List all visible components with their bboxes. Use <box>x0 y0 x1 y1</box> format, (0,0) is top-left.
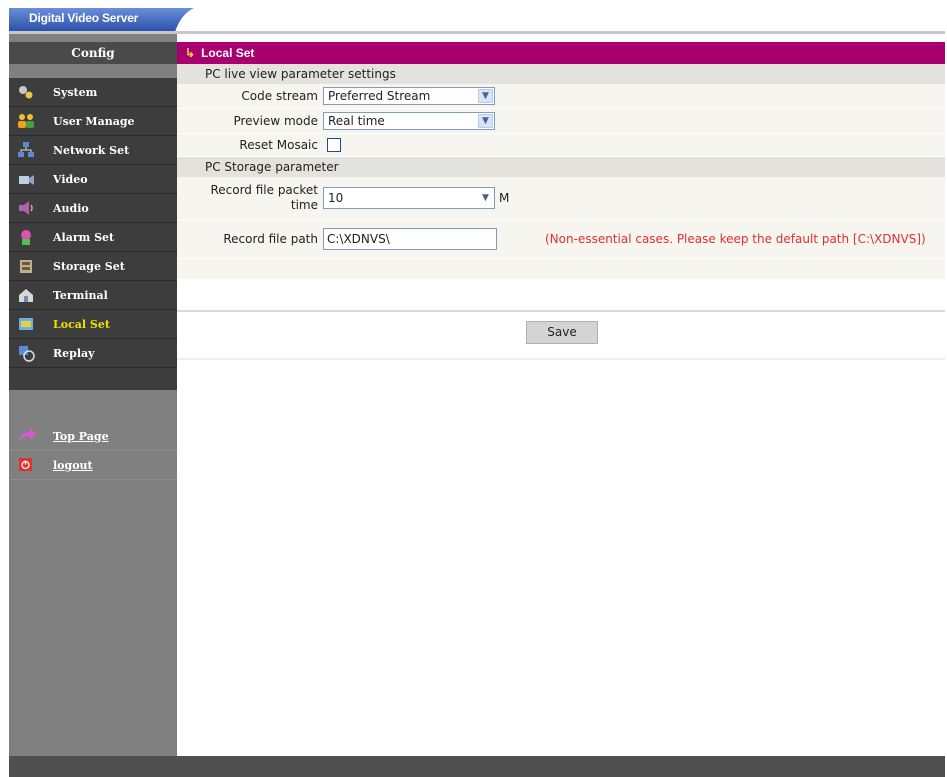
sidebar-item-label: User Manage <box>53 114 135 128</box>
chevron-down-icon[interactable]: ▼ <box>478 191 493 205</box>
network-icon <box>18 142 34 157</box>
alarm-icon <box>21 230 31 245</box>
file-path-input[interactable]: C:\XDNVS\ <box>323 228 497 250</box>
preview-mode-value: Real time <box>328 114 385 128</box>
power-icon <box>19 458 32 471</box>
reset-mosaic-checkbox[interactable] <box>327 138 341 152</box>
packet-time-label-line2: time <box>290 198 318 212</box>
file-path-note: (Non-essential cases. Please keep the de… <box>545 231 926 246</box>
sidebar-menu-footer <box>9 368 177 390</box>
bottom-bar <box>9 756 945 777</box>
chevron-down-icon[interactable]: ▼ <box>478 114 493 128</box>
sidebar-item-label: System <box>53 85 98 99</box>
replay-icon <box>19 346 35 362</box>
code-stream-select[interactable]: Preferred Stream ▼ <box>323 87 495 105</box>
sidebar-item-label: Audio <box>53 201 89 215</box>
local-set-icon <box>19 318 33 330</box>
reset-mosaic-label: Reset Mosaic <box>239 138 318 152</box>
system-icon <box>19 86 33 99</box>
sidebar-links: Top Page logout <box>9 422 177 480</box>
logout-link[interactable]: logout <box>53 459 93 472</box>
top-page-link-row: Top Page <box>9 422 177 451</box>
storage-header: PC Storage parameter <box>177 157 945 177</box>
save-button[interactable]: Save <box>526 321 598 344</box>
top-page-link[interactable]: Top Page <box>53 430 109 443</box>
packet-time-select[interactable]: 10 ▼ <box>323 187 495 209</box>
users-icon <box>18 114 34 128</box>
preview-mode-select[interactable]: Real time ▼ <box>323 112 495 130</box>
sidebar-item-terminal[interactable]: Terminal <box>9 281 177 310</box>
section-title: ↳ Local Set <box>177 42 945 64</box>
sidebar-item-local-set[interactable]: Local Set <box>9 310 177 339</box>
code-stream-label: Code stream <box>241 89 318 103</box>
storage-icon <box>20 260 32 273</box>
preview-mode-row: Preview mode Real time ▼ <box>177 109 945 134</box>
packet-time-row: Record file packet time 10 ▼ M <box>177 177 945 220</box>
reset-mosaic-row: Reset Mosaic <box>177 134 945 157</box>
live-view-header: PC live view parameter settings <box>177 64 945 84</box>
chevron-down-icon[interactable]: ▼ <box>478 89 493 103</box>
sidebar-menu: System User Manage Network Set Video Aud… <box>9 78 177 390</box>
packet-time-unit: M <box>499 191 510 205</box>
code-stream-row: Code stream Preferred Stream ▼ <box>177 84 945 109</box>
sidebar-item-label: Replay <box>53 346 95 360</box>
sidebar-header: Config <box>9 42 177 64</box>
audio-icon <box>19 201 33 215</box>
logout-link-row: logout <box>9 451 177 480</box>
file-path-row: Record file path C:\XDNVS\ (Non-essentia… <box>177 220 945 259</box>
sidebar-item-alarm-set[interactable]: Alarm Set <box>9 223 177 252</box>
page-title: Local Set <box>201 46 255 60</box>
file-path-label: Record file path <box>223 232 318 246</box>
sidebar-item-label: Storage Set <box>53 259 125 273</box>
packet-time-label: Record file packet time <box>177 183 323 213</box>
sidebar-item-network-set[interactable]: Network Set <box>9 136 177 165</box>
sidebar-item-user-manage[interactable]: User Manage <box>9 107 177 136</box>
save-area: Save <box>177 312 945 360</box>
code-stream-value: Preferred Stream <box>328 89 431 103</box>
packet-time-label-line1: Record file packet <box>210 183 318 197</box>
sidebar-item-replay[interactable]: Replay <box>9 339 177 368</box>
sidebar-item-label: Local Set <box>53 317 110 331</box>
main-panel: ↳ Local Set PC live view parameter settin… <box>177 42 945 360</box>
preview-mode-label: Preview mode <box>233 114 318 128</box>
video-icon <box>19 175 34 185</box>
sidebar: Config System User Manage Network Set Vi… <box>9 34 177 756</box>
sidebar-item-system[interactable]: System <box>9 78 177 107</box>
sidebar-item-label: Network Set <box>53 143 130 157</box>
terminal-icon <box>19 289 33 302</box>
packet-time-value: 10 <box>328 191 344 205</box>
sidebar-item-storage-set[interactable]: Storage Set <box>9 252 177 281</box>
sidebar-item-label: Video <box>53 172 88 186</box>
arrow-icon <box>19 428 36 441</box>
sidebar-item-label: Terminal <box>53 288 108 302</box>
sidebar-item-video[interactable]: Video <box>9 165 177 194</box>
spacer-row <box>177 259 945 280</box>
sidebar-item-label: Alarm Set <box>53 230 115 244</box>
app-title: Digital Video Server <box>29 11 139 25</box>
brand-tab: Digital Video Server <box>9 8 194 32</box>
arrow-right-icon: ↳ <box>185 46 196 60</box>
sidebar-item-audio[interactable]: Audio <box>9 194 177 223</box>
